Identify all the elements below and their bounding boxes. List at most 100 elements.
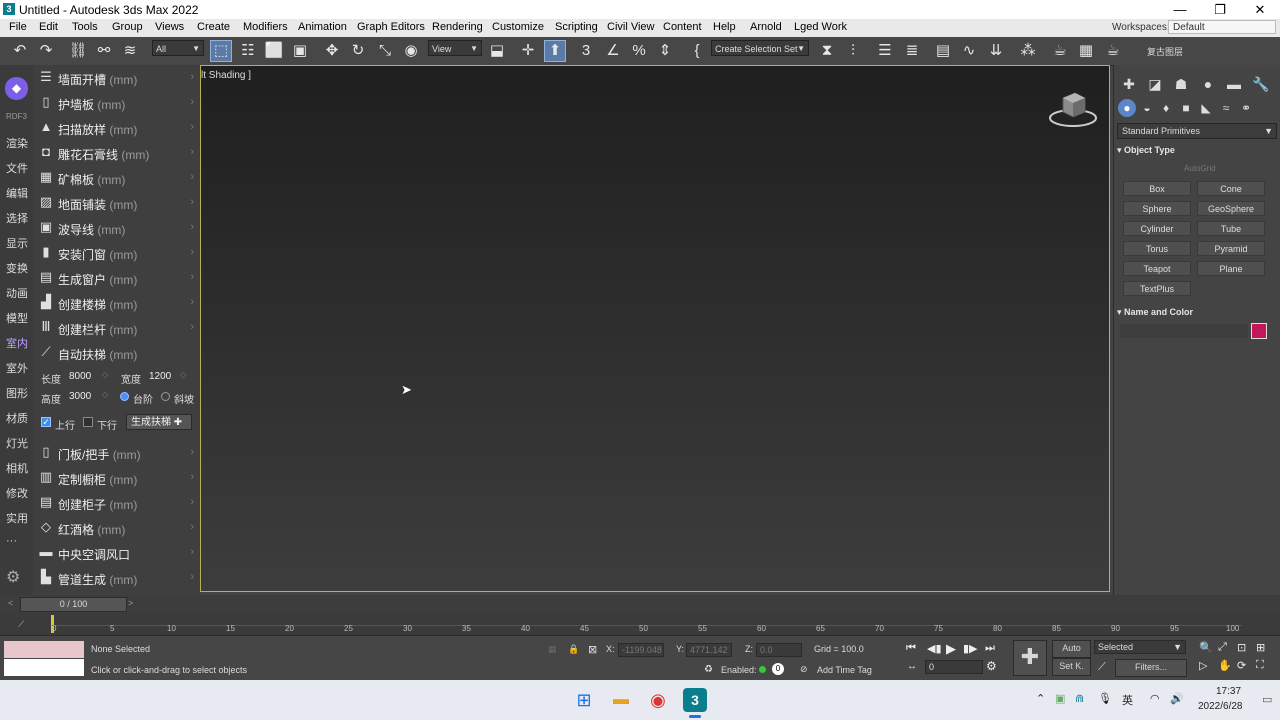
tab-render[interactable]: 渲染 [6, 135, 28, 151]
file-explorer-icon[interactable]: ▬ [609, 688, 633, 712]
ramp-radio[interactable] [161, 392, 170, 401]
zoom-extents-icon[interactable]: ⊡ [1237, 641, 1246, 654]
tab-exterior[interactable]: 室外 [6, 360, 28, 376]
tab-rdf3[interactable]: RDF3 [6, 112, 27, 121]
plugin-item-floor-tiling[interactable]: ▨ 地面铺装 (mm) › [33, 191, 200, 215]
plugin-item-wine-rack[interactable]: ◇ 红酒格 (mm) › [33, 516, 200, 540]
volume-icon[interactable]: 🔊 [1170, 692, 1184, 705]
auto-key-button[interactable]: Auto [1052, 640, 1091, 658]
menu-graph-editors[interactable]: Graph Editors [357, 21, 425, 33]
plugin-item-create-cupboard[interactable]: ▤ 创建柜子 (mm) › [33, 491, 200, 515]
clock-date[interactable]: 2022/6/28 [1198, 701, 1243, 712]
rendered-frame-window-icon[interactable]: ▦ [1076, 41, 1096, 61]
maxscript-output[interactable] [4, 659, 84, 676]
scale-icon[interactable]: ⤡ [375, 41, 395, 61]
menu-file[interactable]: File [9, 21, 27, 33]
absolute-mode-icon[interactable]: ⊠ [588, 643, 597, 656]
lights-icon[interactable]: ♦ [1157, 99, 1175, 117]
notifications-icon[interactable]: ▭ [1262, 693, 1272, 706]
time-slider-next-icon[interactable]: > [128, 598, 133, 608]
minimize-button[interactable]: — [1160, 0, 1200, 19]
torus-button[interactable]: Torus [1123, 241, 1191, 256]
z-coordinate-field[interactable]: 0.0 [756, 643, 802, 657]
set-key-button[interactable]: ✚ [1013, 640, 1047, 676]
select-by-name-icon[interactable]: ☷ [238, 41, 258, 61]
maxscript-listener-input[interactable] [4, 641, 84, 658]
time-slider-thumb[interactable]: 0 / 100 [20, 597, 127, 612]
time-config-icon[interactable]: ↔ [907, 661, 917, 672]
undo-icon[interactable]: ↶ [10, 41, 30, 61]
workspaces-dropdown[interactable]: Default [1168, 20, 1276, 34]
plane-button[interactable]: Plane [1197, 261, 1265, 276]
zoom-icon[interactable]: 🔍 [1199, 641, 1213, 654]
utilities-tab-icon[interactable]: 🔧 [1251, 74, 1271, 94]
tray-app-icon[interactable]: ▣ [1055, 692, 1065, 705]
spinner-snap-icon[interactable]: ⇕ [655, 41, 675, 61]
tube-button[interactable]: Tube [1197, 221, 1265, 236]
create-tab-icon[interactable]: ✚ [1119, 74, 1139, 94]
curve-editor-mini-icon[interactable]: ⟋ [18, 619, 24, 630]
go-to-start-icon[interactable]: ⏮ [906, 642, 916, 655]
length-input[interactable]: 8000 [69, 371, 91, 382]
tab-display[interactable]: 显示 [6, 235, 28, 251]
isolate-icon[interactable]: ▦ [548, 644, 557, 655]
plugin-logo-icon[interactable]: ◆ [5, 77, 28, 100]
up-checkbox[interactable]: ✓ [41, 417, 51, 427]
viewcube-icon[interactable] [1047, 88, 1099, 128]
x-coordinate-field[interactable]: -1199.048 [618, 643, 664, 657]
3dsmax-taskbar-icon[interactable]: 3 [683, 688, 707, 712]
space-warps-icon[interactable]: ≈ [1217, 99, 1235, 117]
plugin-item-custom-cabinet[interactable]: ▥ 定制橱柜 (mm) › [33, 466, 200, 490]
tab-edit[interactable]: 编辑 [6, 185, 28, 201]
time-tag-icon[interactable]: ⊘ [800, 664, 808, 675]
tab-interior[interactable]: 室内 [6, 335, 28, 351]
width-input[interactable]: 1200 [149, 371, 171, 382]
plugin-item-ac-vent[interactable]: ▬ 中央空调风口 › [33, 541, 200, 565]
time-configuration-icon[interactable]: ⚙ [986, 659, 997, 673]
menu-customize[interactable]: Customize [492, 21, 544, 33]
down-checkbox[interactable] [83, 417, 93, 427]
shapes-icon[interactable]: ◒ [1138, 99, 1156, 117]
render-production-icon[interactable]: ☕ [1103, 41, 1123, 61]
menu-group[interactable]: Group [112, 21, 143, 33]
toggle-layer-explorer-icon[interactable]: ≣ [902, 41, 922, 61]
menu-modifiers[interactable]: Modifiers [243, 21, 288, 33]
viewport-label[interactable]: lt Shading ] [201, 70, 251, 81]
menu-edit[interactable]: Edit [39, 21, 58, 33]
cameras-icon[interactable]: ■ [1177, 99, 1195, 117]
name-and-color-rollout[interactable]: ▾ Name and Color [1117, 304, 1277, 320]
percent-snap-icon[interactable]: % [629, 41, 649, 61]
plugin-item-install-door-window[interactable]: ▮ 安装门窗 (mm) › [33, 241, 200, 265]
plugin-item-generate-window[interactable]: ▤ 生成窗户 (mm) › [33, 266, 200, 290]
plugin-item-waveguide[interactable]: ▣ 波导线 (mm) › [33, 216, 200, 240]
menu-rendering[interactable]: Rendering [432, 21, 483, 33]
realtime-toggle-icon[interactable]: 0 [772, 663, 784, 675]
key-filters-button[interactable]: Filters... [1115, 659, 1187, 677]
time-slider-prev-icon[interactable]: < [8, 598, 13, 608]
maximize-button[interactable]: ❐ [1200, 0, 1240, 19]
place-icon[interactable]: ◉ [401, 41, 421, 61]
select-object-icon[interactable]: ⬚ [210, 40, 232, 62]
plugin-item-create-railing[interactable]: Ⅲ 创建栏杆 (mm) › [33, 316, 200, 340]
generate-escalator-button[interactable]: 生成扶梯 ✚ [126, 414, 192, 430]
current-frame-field[interactable]: 0 [925, 660, 983, 674]
object-category-dropdown[interactable]: Standard Primitives ▼ [1117, 123, 1277, 139]
menu-civil-view[interactable]: Civil View [607, 21, 654, 33]
named-selection-set-dropdown[interactable]: Create Selection Set ▼ [711, 40, 809, 56]
go-to-end-icon[interactable]: ⏭ [985, 642, 995, 655]
object-type-rollout[interactable]: ▾ Object Type [1117, 142, 1277, 158]
helpers-icon[interactable]: ◣ [1197, 99, 1215, 117]
start-icon[interactable]: ⊞ [572, 688, 596, 712]
add-time-tag-button[interactable]: Add Time Tag [817, 665, 872, 675]
plugin-item-sweep-loft[interactable]: ▲ 扫描放样 (mm) › [33, 116, 200, 140]
reference-coordinate-dropdown[interactable]: View ▼ [428, 40, 482, 56]
microphone-icon[interactable]: 🎙 [1098, 692, 1112, 705]
tab-camera[interactable]: 相机 [6, 460, 28, 476]
keyboard-shortcut-override-icon[interactable]: ⬆ [544, 40, 566, 62]
selection-filter-dropdown[interactable]: All ▼ [152, 40, 204, 56]
redo-icon[interactable]: ↷ [36, 41, 56, 61]
object-name-input[interactable] [1120, 324, 1248, 338]
orbit-icon[interactable]: ⟳ [1237, 659, 1246, 672]
rotate-icon[interactable]: ↻ [348, 41, 368, 61]
clock-time[interactable]: 17:37 [1216, 686, 1241, 697]
